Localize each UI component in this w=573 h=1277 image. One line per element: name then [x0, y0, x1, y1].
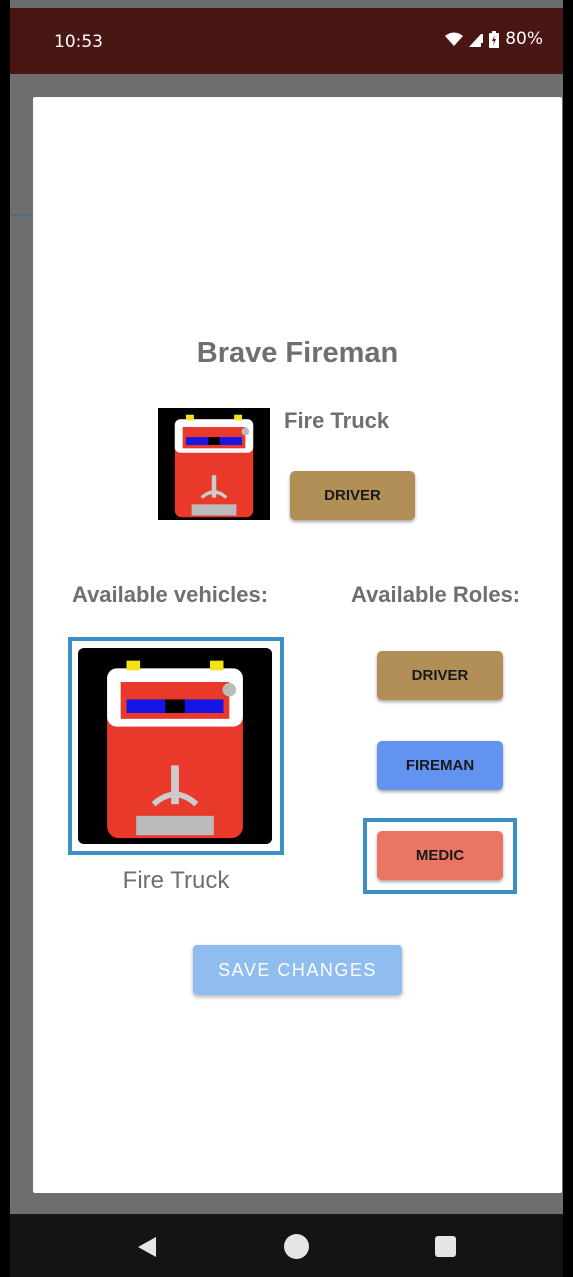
edit-crew-dialog: Brave Fireman Fire Truck DRIVER Availabl…	[33, 97, 562, 1193]
available-vehicles-label: Available vehicles:	[72, 582, 269, 607]
vehicle-option-fire-truck[interactable]	[68, 637, 284, 855]
status-icons: 80%	[445, 29, 543, 49]
battery-percent: 80%	[505, 29, 543, 49]
status-bar: 10:53 80%	[10, 8, 563, 74]
navigation-bar	[10, 1214, 563, 1277]
role-fireman-button[interactable]: FIREMAN	[377, 741, 503, 790]
current-role-button[interactable]: DRIVER	[290, 471, 415, 520]
available-roles-label: Available Roles:	[351, 582, 521, 607]
phone-screen: 10:53 80% Brave Fireman Fire Truck DRIVE…	[10, 0, 563, 1277]
role-medic-button[interactable]: MEDIC	[377, 831, 503, 880]
current-vehicle-name: Fire Truck	[284, 408, 390, 433]
vehicle-option-image	[78, 648, 272, 844]
recents-icon[interactable]	[435, 1236, 456, 1257]
home-icon[interactable]	[284, 1234, 309, 1259]
fire-truck-icon	[78, 649, 272, 843]
dialog-title: Brave Fireman	[196, 337, 399, 369]
signal-icon	[469, 33, 484, 47]
current-vehicle-image	[158, 408, 270, 520]
vehicle-option-label: Fire Truck	[122, 867, 230, 894]
back-icon[interactable]	[136, 1236, 158, 1258]
status-time: 10:53	[54, 32, 103, 52]
wifi-icon	[445, 32, 464, 46]
role-driver-button[interactable]: DRIVER	[377, 651, 503, 700]
battery-icon	[489, 30, 500, 48]
save-changes-button[interactable]: SAVE CHANGES	[193, 945, 402, 995]
background-divider	[10, 214, 32, 216]
fire-truck-icon	[158, 408, 270, 520]
